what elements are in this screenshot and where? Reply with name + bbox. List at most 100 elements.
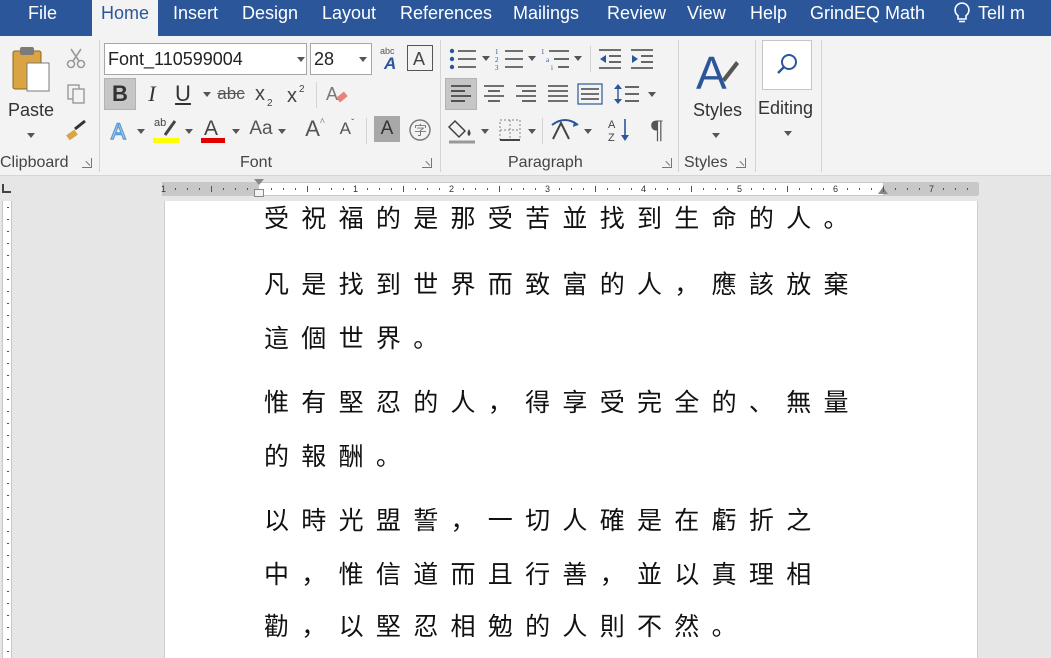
tab-design[interactable]: Design <box>240 0 300 36</box>
borders-icon[interactable] <box>494 114 526 146</box>
strikethrough-button[interactable]: abc <box>215 78 247 110</box>
align-right-icon[interactable] <box>510 78 542 110</box>
increase-indent-icon[interactable] <box>628 44 656 74</box>
change-case-button[interactable]: Aa <box>246 114 276 144</box>
bullets-icon[interactable] <box>446 44 480 74</box>
line-spacing-icon[interactable] <box>612 78 642 110</box>
subscript-icon[interactable]: x2 <box>251 78 279 110</box>
tab-review[interactable]: Review <box>605 0 668 36</box>
line-spacing-dropdown-arrow[interactable] <box>648 92 656 97</box>
tab-home[interactable]: Home <box>92 0 159 36</box>
underline-button[interactable]: U <box>170 78 196 110</box>
paragraph-dialog-launcher[interactable] <box>662 158 672 168</box>
highlight-dropdown-arrow[interactable] <box>185 129 193 134</box>
document-line[interactable]: 的報酬。 <box>264 437 413 473</box>
copy-icon[interactable] <box>64 82 88 106</box>
styles-dropdown-arrow[interactable] <box>712 133 720 138</box>
show-formatting-marks-button[interactable]: ¶ <box>642 114 672 146</box>
change-case-dropdown-arrow[interactable] <box>278 129 286 134</box>
styles-button-label[interactable]: Styles <box>693 100 742 121</box>
asian-layout-dropdown-arrow[interactable] <box>584 129 592 134</box>
document-line[interactable]: 以時光盟誓，一切人確是在虧折之 <box>264 501 824 537</box>
justify-icon[interactable] <box>542 78 574 110</box>
tab-grindeq-math[interactable]: GrindEQ Math <box>808 0 927 36</box>
font-name-combo[interactable]: Font_110599004 <box>104 43 307 75</box>
decrease-indent-icon[interactable] <box>596 44 624 74</box>
numbering-dropdown-arrow[interactable] <box>528 56 536 61</box>
format-painter-icon[interactable] <box>64 116 90 142</box>
ruler-tick <box>7 327 9 328</box>
document-page[interactable]: 受祝福的是那受苦並找到生命的人。 凡是找到世界而致富的人，應該放棄 這個世界。 … <box>164 201 978 658</box>
bold-button[interactable]: B <box>104 78 136 110</box>
document-line[interactable]: 這個世界。 <box>264 319 451 355</box>
paste-icon[interactable] <box>6 42 56 98</box>
enclose-characters-icon[interactable]: 字 <box>406 116 434 144</box>
svg-text:2: 2 <box>267 98 273 108</box>
document-line[interactable]: 惟有堅忍的人，得享受完全的、無量 <box>264 383 861 419</box>
grow-font-icon[interactable]: abc A <box>377 44 403 72</box>
font-color-icon[interactable]: A <box>198 114 228 144</box>
styles-dialog-launcher[interactable] <box>736 158 746 168</box>
change-case-box-icon[interactable]: A <box>407 45 433 71</box>
underline-dropdown-arrow[interactable] <box>203 92 211 97</box>
svg-text:ab: ab <box>154 117 166 129</box>
hanging-indent-marker[interactable] <box>254 189 264 197</box>
document-line[interactable]: 中，惟信道而且行善，並以真理相 <box>264 555 824 591</box>
lightbulb-icon[interactable] <box>950 0 974 26</box>
sort-icon[interactable]: AZ <box>604 114 634 146</box>
shading-dropdown-arrow[interactable] <box>481 129 489 134</box>
editing-dropdown-arrow[interactable] <box>784 131 792 136</box>
ruler-tick <box>307 186 308 192</box>
text-effects-icon[interactable]: A <box>106 116 134 146</box>
multilevel-dropdown-arrow[interactable] <box>574 56 582 61</box>
font-dialog-launcher[interactable] <box>422 158 432 168</box>
vertical-ruler-track <box>2 201 12 658</box>
document-line[interactable]: 凡是找到世界而致富的人，應該放棄 <box>264 265 861 301</box>
paste-label[interactable]: Paste <box>8 100 54 121</box>
document-line[interactable]: 勸，以堅忍相勉的人則不然。 <box>264 607 749 643</box>
align-left-icon[interactable] <box>445 78 477 110</box>
paste-dropdown-arrow[interactable] <box>27 133 35 138</box>
text-effects-dropdown-arrow[interactable] <box>137 129 145 134</box>
tell-me-search[interactable]: Tell m <box>976 0 1027 36</box>
shading-icon[interactable] <box>446 114 478 146</box>
clipboard-dialog-launcher[interactable] <box>82 158 92 168</box>
tab-file[interactable]: File <box>26 0 59 36</box>
first-line-indent-marker[interactable] <box>254 179 264 185</box>
tab-selector[interactable] <box>2 184 11 193</box>
bullets-dropdown-arrow[interactable] <box>482 56 490 61</box>
multilevel-list-icon[interactable]: 1ai <box>540 44 572 74</box>
editing-button-box[interactable] <box>762 40 812 90</box>
ruler-tick <box>667 188 668 190</box>
highlight-icon[interactable]: ab <box>150 114 182 144</box>
tab-view[interactable]: View <box>685 0 728 36</box>
superscript-icon[interactable]: x2 <box>283 78 311 110</box>
numbering-icon[interactable]: 123 <box>494 44 526 74</box>
distributed-icon[interactable] <box>574 78 606 110</box>
styles-gallery-icon[interactable]: A <box>692 42 742 98</box>
align-center-icon[interactable] <box>478 78 510 110</box>
italic-button[interactable]: I <box>138 78 166 110</box>
character-shading-button[interactable]: A <box>374 116 400 142</box>
shrink-font-button[interactable]: Aˇ <box>334 114 360 144</box>
font-color-dropdown-arrow[interactable] <box>232 129 240 134</box>
font-size-dropdown-arrow[interactable] <box>359 57 367 62</box>
borders-dropdown-arrow[interactable] <box>528 129 536 134</box>
font-size-combo[interactable]: 28 <box>310 43 372 75</box>
tab-help[interactable]: Help <box>748 0 789 36</box>
ribbon-home: Paste Clipboard Font_110599004 28 abc A A… <box>0 36 1051 176</box>
tab-mailings[interactable]: Mailings <box>511 0 581 36</box>
document-line[interactable]: 受祝福的是那受苦並找到生命的人。 <box>264 199 861 235</box>
asian-layout-icon[interactable] <box>548 114 582 146</box>
tab-references[interactable]: References <box>398 0 494 36</box>
editing-label[interactable]: Editing <box>758 98 813 119</box>
grow-font-button[interactable]: A ^ <box>302 114 328 144</box>
tab-layout[interactable]: Layout <box>320 0 378 36</box>
horizontal-ruler[interactable]: 1 1 2 3 4 5 6 7 <box>161 179 979 197</box>
cut-icon[interactable] <box>64 46 88 70</box>
svg-text:2: 2 <box>495 56 499 64</box>
vertical-ruler[interactable] <box>0 201 14 658</box>
font-name-dropdown-arrow[interactable] <box>297 57 305 62</box>
clear-formatting-icon[interactable]: A <box>322 78 352 110</box>
tab-insert[interactable]: Insert <box>171 0 220 36</box>
